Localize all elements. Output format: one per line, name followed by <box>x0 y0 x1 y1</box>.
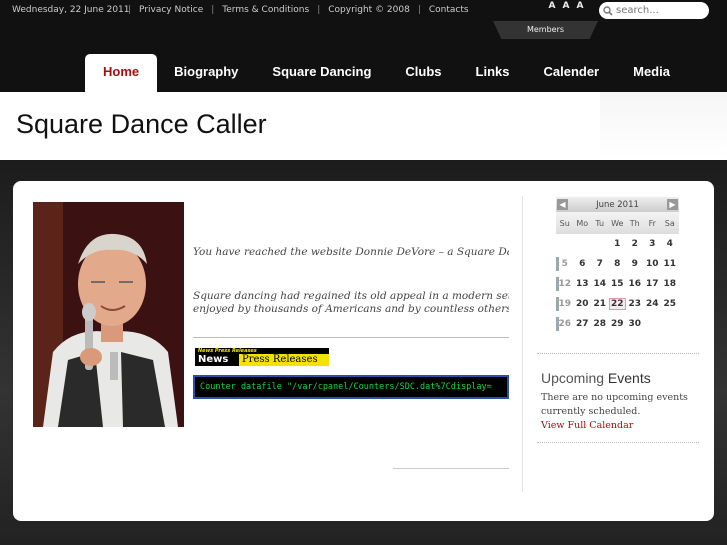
calendar-day[interactable]: 17 <box>644 279 662 289</box>
top-bar: Wednesday, 22 June 2011 | Privacy Notice… <box>0 0 727 39</box>
tab-square-dancing[interactable]: Square Dancing <box>255 54 388 92</box>
calendar-day[interactable]: 18 <box>661 279 679 289</box>
weekday-label: We <box>611 218 624 228</box>
calendar-day[interactable]: 3 <box>644 239 662 249</box>
calendar-day[interactable]: 15 <box>609 279 627 289</box>
upcoming-events-title: Upcoming Events <box>541 370 651 386</box>
calendar-day[interactable]: 27 <box>574 319 592 329</box>
caller-photo <box>33 202 184 427</box>
members-tab[interactable]: Members <box>493 21 598 39</box>
intro-paragraph-line-1: Square dancing had regained its old appe… <box>193 290 509 302</box>
counter-error-box: Counter datafile "/var/cpanel/Counters/S… <box>193 375 509 399</box>
calendar-day[interactable]: 11 <box>661 259 679 269</box>
calendar-day[interactable]: 25 <box>661 299 679 309</box>
divider <box>193 337 509 338</box>
calendar-prev-icon[interactable]: ◀ <box>557 199 568 210</box>
view-full-calendar-link[interactable]: View Full Calendar <box>541 420 633 431</box>
intro-section: You have reached the website Donnie DeVo… <box>193 240 509 470</box>
terms-link[interactable]: Terms & Conditions <box>222 5 309 15</box>
calendar-day[interactable]: 21 <box>591 299 609 309</box>
weekday-label: Fr <box>648 218 656 228</box>
calendar-week-row: 12 13 14 15 16 17 18 <box>556 274 679 294</box>
calendar-day[interactable]: 28 <box>591 319 609 329</box>
header-band: Square Dance Caller <box>0 92 727 160</box>
calendar-week-marker <box>556 277 559 291</box>
contacts-link[interactable]: Contacts <box>429 5 469 15</box>
calendar-day[interactable]: 14 <box>591 279 609 289</box>
weekday-label: Tu <box>595 218 605 228</box>
events-title-strong: Events <box>607 370 651 386</box>
intro-text: You have reached the website Donnie DeVo… <box>193 246 509 258</box>
tab-clubs[interactable]: Clubs <box>388 54 458 92</box>
calendar-day[interactable]: 13 <box>574 279 592 289</box>
events-title-light: Upcoming <box>541 370 605 386</box>
calendar-day[interactable]: 22 <box>608 298 626 310</box>
weekday-label: Th <box>629 218 640 228</box>
calendar-day[interactable]: 23 <box>626 299 644 309</box>
font-size-controls: A A A <box>547 2 585 11</box>
calendar-day[interactable]: 4 <box>661 239 679 249</box>
weekday-label: Su <box>559 218 570 228</box>
calendar-grid: 1 2 3 4 5 6 7 8 9 10 11 12 13 14 15 16 17 18 19 20 21 22 23 24 2… <box>556 234 679 334</box>
calendar-day[interactable]: 16 <box>626 279 644 289</box>
events-empty-message: There are no upcoming events currently s… <box>541 392 688 417</box>
site-title: Square Dance Caller <box>16 109 267 139</box>
calendar-weekday-row: Su Mo Tu We Th Fr Sa <box>556 212 679 234</box>
weekday-label: Sa <box>664 218 675 228</box>
privacy-link[interactable]: Privacy Notice <box>139 5 203 15</box>
calendar-week-row: 5 6 7 8 9 10 11 <box>556 254 679 274</box>
current-date: Wednesday, 22 June 2011 <box>12 5 130 15</box>
calendar-day[interactable]: 7 <box>591 259 609 269</box>
copyright-link[interactable]: Copyright © 2008 <box>328 5 410 15</box>
column-divider <box>522 196 523 492</box>
calendar-week-row: 26 27 28 29 30 <box>556 314 679 334</box>
calendar-day[interactable]: 2 <box>626 239 644 249</box>
calendar-week-marker <box>556 317 559 331</box>
calendar-day[interactable]: 29 <box>609 319 627 329</box>
divider <box>537 442 699 443</box>
calendar-week-marker <box>556 257 559 271</box>
calendar-week-row: 1234 <box>556 234 679 254</box>
divider <box>393 468 509 469</box>
page: Wednesday, 22 June 2011 | Privacy Notice… <box>0 0 727 545</box>
font-size-medium-button[interactable]: A <box>561 2 571 11</box>
news-banner-press-text: Press Releases <box>239 354 329 366</box>
search-input[interactable] <box>616 5 706 16</box>
calendar-month: June 2011 <box>596 199 639 210</box>
calendar-day[interactable]: 9 <box>626 259 644 269</box>
search-box[interactable] <box>599 2 709 19</box>
calendar-next-icon[interactable]: ▶ <box>666 199 678 210</box>
tab-home[interactable]: Home <box>85 54 158 92</box>
weekday-label: Mo <box>576 218 589 228</box>
tab-links[interactable]: Links <box>459 54 527 92</box>
calendar-day[interactable]: 20 <box>574 299 592 309</box>
news-banner-news-text: News <box>195 354 239 366</box>
main-nav: Home Biography Square Dancing Clubs Link… <box>85 54 687 92</box>
calendar-header: ◀ June 2011 ▶ <box>556 197 679 212</box>
divider <box>537 353 699 354</box>
tab-media[interactable]: Media <box>616 54 687 92</box>
calendar-day[interactable]: 10 <box>644 259 662 269</box>
top-links: | Privacy Notice | Terms & Conditions | … <box>128 5 469 15</box>
intro-paragraph-line-2: enjoyed by thousands of Americans and by… <box>193 303 509 315</box>
calendar-day[interactable]: 6 <box>574 259 592 269</box>
calendar-week-row: 19 20 21 22 23 24 25 <box>556 294 679 314</box>
calendar-day[interactable]: 1 <box>609 239 627 249</box>
font-size-large-button[interactable]: A <box>575 2 585 11</box>
tab-biography[interactable]: Biography <box>157 54 255 92</box>
calendar-day[interactable]: 8 <box>609 259 627 269</box>
font-size-small-button[interactable]: A <box>547 2 557 11</box>
news-press-releases-banner[interactable]: News Press Releases News Press Releases <box>195 348 329 366</box>
calendar-week-marker <box>556 297 559 311</box>
search-icon <box>603 5 613 16</box>
calendar-widget: ◀ June 2011 ▶ Su Mo Tu We Th Fr Sa 12345… <box>556 197 679 342</box>
calendar-day[interactable]: 30 <box>626 319 644 329</box>
calendar-day[interactable]: 24 <box>644 299 662 309</box>
tab-calender[interactable]: Calender <box>526 54 616 92</box>
